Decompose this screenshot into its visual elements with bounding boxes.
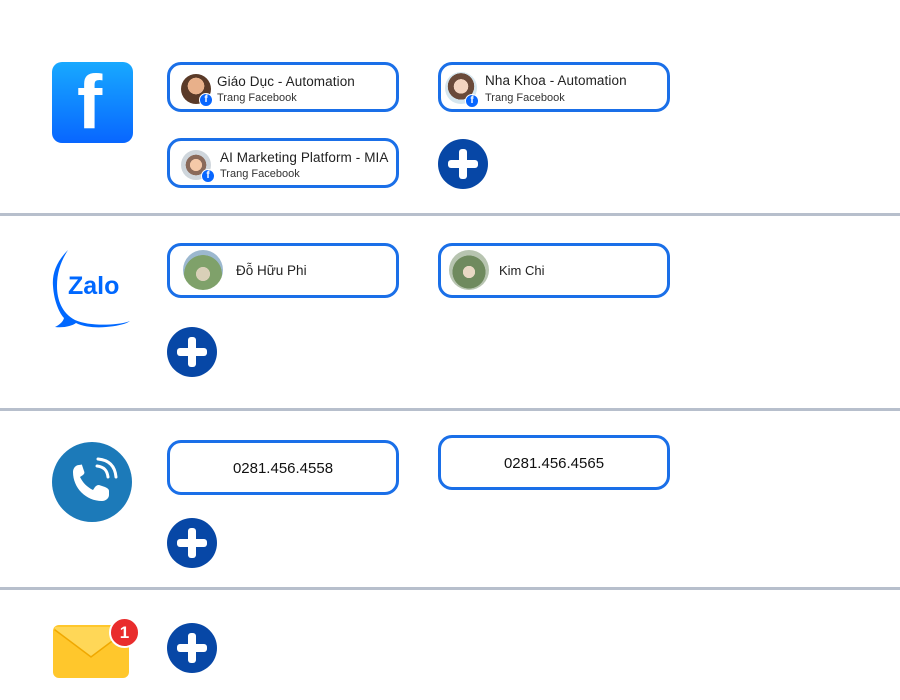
add-phone-number-button[interactable] — [167, 518, 217, 568]
facebook-page-subtitle: Trang Facebook — [485, 92, 565, 104]
phone-number-1[interactable]: 0281.456.4558 — [167, 440, 399, 495]
facebook-badge-icon: f — [201, 169, 215, 183]
facebook-page-subtitle: Trang Facebook — [217, 92, 297, 104]
avatar — [183, 250, 223, 290]
phone-number-text: 0281.456.4565 — [503, 455, 605, 472]
facebook-badge-icon: f — [199, 93, 213, 107]
phone-number-text: 0281.456.4558 — [232, 460, 334, 477]
zalo-account-name: Kim Chi — [499, 263, 545, 278]
divider — [0, 587, 900, 590]
facebook-page-nha-khoa[interactable]: f Nha Khoa - Automation Trang Facebook — [438, 62, 670, 112]
facebook-icon: f — [52, 62, 133, 143]
zalo-icon: Zalo — [50, 248, 132, 330]
divider — [0, 408, 900, 411]
add-facebook-page-button[interactable] — [438, 139, 488, 189]
facebook-page-subtitle: Trang Facebook — [220, 168, 300, 180]
avatar — [449, 250, 489, 290]
zalo-account-kim-chi[interactable]: Kim Chi — [438, 243, 670, 298]
notification-badge: 1 — [109, 617, 140, 648]
facebook-page-title: Giáo Dục - Automation — [217, 74, 355, 89]
divider — [0, 213, 900, 216]
facebook-badge-icon: f — [465, 94, 479, 108]
phone-number-2[interactable]: 0281.456.4565 — [438, 435, 670, 490]
facebook-page-title: AI Marketing Platform - MIA — [220, 150, 389, 165]
add-email-button[interactable] — [167, 623, 217, 673]
facebook-page-title: Nha Khoa - Automation — [485, 73, 627, 88]
zalo-account-do-huu-phi[interactable]: Đỗ Hữu Phi — [167, 243, 399, 298]
facebook-page-ai-marketing[interactable]: f AI Marketing Platform - MIA Trang Face… — [167, 138, 399, 188]
facebook-page-giao-duc[interactable]: f Giáo Dục - Automation Trang Facebook — [167, 62, 399, 112]
zalo-account-name: Đỗ Hữu Phi — [236, 263, 307, 278]
zalo-logo-text: Zalo — [68, 272, 119, 300]
add-zalo-account-button[interactable] — [167, 327, 217, 377]
phone-icon — [52, 442, 132, 522]
